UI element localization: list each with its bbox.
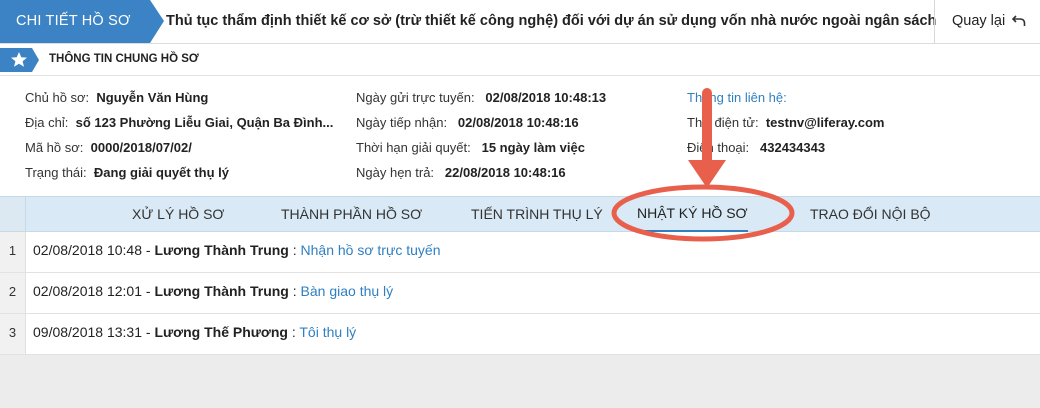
tab-bar: XỬ LÝ HỒ SƠ THÀNH PHẦN HỒ SƠ TIẾN TRÌNH … [0, 196, 1040, 232]
back-button-label: Quay lại [952, 13, 1006, 29]
status-row: Trạng thái: Đang giải quyết thụ lý [25, 165, 229, 181]
return-date-row: Ngày hẹn trả: 22/08/2018 10:48:16 [356, 165, 566, 181]
address-value: số 123 Phường Liễu Giai, Quận Ba Đình... [75, 115, 334, 130]
online-submit-label: Ngày gửi trực tuyến: [356, 90, 475, 105]
tab-internal-exchange[interactable]: TRAO ĐỔI NỘI BỘ [810, 197, 931, 232]
received-value: 02/08/2018 10:48:16 [457, 115, 579, 130]
deadline-row: Thời hạn giải quyết: 15 ngày làm việc [356, 140, 585, 156]
case-code-value: 0000/2018/07/02/ [90, 140, 192, 155]
section-header: THÔNG TIN CHUNG HỒ SƠ [0, 44, 1040, 76]
tab-progress[interactable]: TIẾN TRÌNH THỤ LÝ [471, 197, 603, 232]
tab-log[interactable]: NHẬT KÝ HỒ SƠ [637, 197, 748, 232]
email-label: Thư điện tử: [687, 115, 759, 130]
deadline-label: Thời hạn giải quyết: [356, 140, 471, 155]
owner-row: Chủ hồ sơ: Nguyễn Văn Hùng [25, 90, 208, 106]
contact-info-link[interactable]: Thông tin liên hệ: [687, 90, 787, 105]
log-action[interactable]: Bàn giao thụ lý [301, 283, 394, 299]
phone-label: Điện thoại: [687, 140, 750, 155]
row-index: 2 [0, 273, 26, 313]
log-user: Lương Thành Trung [154, 242, 289, 258]
received-label: Ngày tiếp nhận: [356, 115, 448, 130]
status-label: Trạng thái: [25, 165, 87, 180]
log-action[interactable]: Tôi thụ lý [299, 324, 356, 340]
header-bar: CHI TIẾT HỒ SƠ Thủ tục thẩm định thiết k… [0, 0, 1040, 44]
deadline-value: 15 ngày làm việc [481, 140, 585, 155]
return-date-value: 22/08/2018 10:48:16 [444, 165, 566, 180]
email-row: Thư điện tử: testnv@liferay.com [687, 115, 885, 131]
owner-value: Nguyễn Văn Hùng [96, 90, 209, 105]
phone-value: 432434343 [760, 140, 826, 155]
row-index: 1 [0, 232, 26, 272]
log-time: 02/08/2018 12:01 [33, 283, 142, 299]
log-action[interactable]: Nhận hồ sơ trực tuyến [301, 242, 441, 258]
list-item: 3 09/08/2018 13:31 - Lương Thế Phương : … [0, 314, 1040, 355]
list-item: 2 02/08/2018 12:01 - Lương Thành Trung :… [0, 273, 1040, 314]
online-submit-value: 02/08/2018 10:48:13 [485, 90, 607, 105]
received-row: Ngày tiếp nhận: 02/08/2018 10:48:16 [356, 115, 579, 131]
return-date-label: Ngày hẹn trả: [356, 165, 435, 180]
undo-arrow-icon [1012, 15, 1026, 26]
tab-processing[interactable]: XỬ LÝ HỒ SƠ [132, 197, 224, 232]
log-user: Lương Thế Phương [154, 324, 288, 340]
case-code-label: Mã hồ sơ: [25, 140, 84, 155]
log-time: 09/08/2018 13:31 [33, 324, 142, 340]
email-value: testnv@liferay.com [765, 115, 885, 130]
empty-area [0, 355, 1040, 408]
tab-gutter [0, 197, 26, 231]
list-item: 1 02/08/2018 10:48 - Lương Thành Trung :… [0, 232, 1040, 273]
case-info: Chủ hồ sơ: Nguyễn Văn Hùng Địa chỉ: số 1… [0, 76, 1040, 196]
page-title: Thủ tục thẩm định thiết kế cơ sở (trừ th… [166, 13, 937, 29]
log-entry-text: 02/08/2018 10:48 - Lương Thành Trung : N… [33, 242, 441, 258]
log-entry-text: 02/08/2018 12:01 - Lương Thành Trung : B… [33, 283, 394, 299]
breadcrumb-label: CHI TIẾT HỒ SƠ [16, 13, 131, 29]
address-label: Địa chỉ: [25, 115, 69, 130]
breadcrumb[interactable]: CHI TIẾT HỒ SƠ [0, 0, 165, 44]
phone-row: Điện thoại: 432434343 [687, 140, 825, 156]
contact-info-row: Thông tin liên hệ: [687, 90, 787, 106]
log-time: 02/08/2018 10:48 [33, 242, 142, 258]
status-value: Đang giải quyết thụ lý [93, 165, 229, 180]
star-icon [0, 48, 39, 72]
address-row: Địa chỉ: số 123 Phường Liễu Giai, Quận B… [25, 115, 333, 131]
tab-documents[interactable]: THÀNH PHẦN HỒ SƠ [281, 197, 422, 232]
section-title: THÔNG TIN CHUNG HỒ SƠ [49, 53, 199, 65]
owner-label: Chủ hồ sơ: [25, 90, 90, 105]
back-button[interactable]: Quay lại [934, 0, 1040, 43]
log-entry-text: 09/08/2018 13:31 - Lương Thế Phương : Tô… [33, 324, 357, 340]
online-submit-row: Ngày gửi trực tuyến: 02/08/2018 10:48:13 [356, 90, 606, 106]
case-code-row: Mã hồ sơ: 0000/2018/07/02/ [25, 140, 192, 156]
row-index: 3 [0, 314, 26, 354]
log-user: Lương Thành Trung [154, 283, 289, 299]
